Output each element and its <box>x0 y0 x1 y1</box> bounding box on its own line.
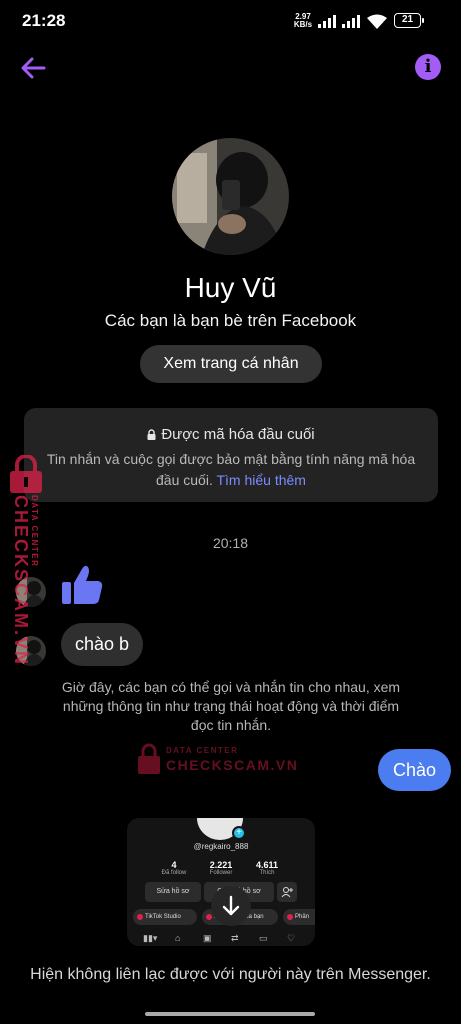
info-button[interactable]: i <box>415 54 441 80</box>
info-icon: i <box>424 56 432 77</box>
incoming-message[interactable]: chào b <box>61 623 144 666</box>
battery-icon: 21 <box>394 13 424 28</box>
stat-label: Thích <box>259 870 275 876</box>
heart-icon: ♡ <box>287 933 296 943</box>
network-speed-unit: KB/s <box>293 20 313 29</box>
lock-icon <box>147 429 156 440</box>
wifi-icon <box>367 14 387 29</box>
home-indicator[interactable] <box>145 1012 315 1016</box>
shared-image-stat: 4 Đã follow <box>149 860 199 876</box>
watermark-sub: DATA CENTER <box>30 495 39 568</box>
friendship-status: Các bạn là bạn bè trên Facebook <box>104 311 357 330</box>
signal-icon <box>318 15 336 28</box>
arrow-left-icon <box>21 57 46 79</box>
bag-icon: ⌂ <box>175 933 181 943</box>
shared-image-handle: @regkairo_888 <box>193 842 249 851</box>
profile-name: Huy Vũ <box>184 272 277 303</box>
avatar-photo <box>172 138 289 255</box>
back-button[interactable] <box>18 54 48 82</box>
stat-label: Đã follow <box>161 870 187 876</box>
arrow-down-icon <box>222 895 240 916</box>
watermark-lock-icon <box>138 743 160 774</box>
watermark-horizontal: DATA CENTER CHECKSCAM.VN <box>134 740 297 780</box>
outgoing-message[interactable]: Chào <box>378 749 451 791</box>
network-speed: 2.97 KB/s <box>292 13 314 29</box>
shared-image-stat: 4.611 Thích <box>242 860 292 876</box>
signal-icon <box>342 15 360 28</box>
shared-image-stat: 2.221 Follower <box>196 860 246 876</box>
shared-image-edit-profile: Sửa hồ sơ <box>145 882 201 902</box>
encryption-title-text: Được mã hóa đầu cuối <box>161 426 315 443</box>
shared-image-chip: TikTok Studio <box>133 909 197 925</box>
stat-value: 4.611 <box>255 860 279 870</box>
status-bar: 21:28 2.97 KB/s 21 <box>0 0 461 42</box>
battery-level: 21 <box>401 14 414 25</box>
add-friend-icon <box>277 882 297 902</box>
encryption-notice: Được mã hóa đầu cuối Tin nhắn và cuộc gọ… <box>24 408 438 502</box>
like-message <box>62 565 103 604</box>
unavailable-notice: Hiện không liên lạc được với người này t… <box>30 966 431 983</box>
status-time: 21:28 <box>22 11 66 30</box>
system-note: Giờ đây, các bạn có thể gọi và nhắn tin … <box>61 679 401 733</box>
thumbs-up-icon[interactable] <box>60 562 106 608</box>
watermark-vertical: CHECKSCAM.VN DATA CENTER <box>4 455 54 666</box>
watermark-lock-icon <box>10 455 42 493</box>
watermark-brand: CHECKSCAM.VN <box>11 495 31 667</box>
stat-label: Follower <box>209 870 233 876</box>
repost-icon: ⇄ <box>231 933 239 943</box>
menu-icon: ▮▮▾ <box>143 933 158 943</box>
person-add-icon <box>281 887 293 898</box>
encryption-body: Tin nhắn và cuộc gọi được bảo mật bằng t… <box>44 449 418 491</box>
stat-value: 4 <box>171 860 177 870</box>
shared-image[interactable]: + @regkairo_888 4 Đã follow 2.221 Follow… <box>127 818 315 946</box>
profile-avatar[interactable] <box>172 138 289 255</box>
watermark-brand: CHECKSCAM.VN <box>166 757 299 773</box>
shared-image-chip: Phân <box>283 909 315 925</box>
scroll-to-bottom-button[interactable] <box>211 886 251 926</box>
stat-value: 2.221 <box>209 860 233 870</box>
lock-icon: ▣ <box>203 933 212 943</box>
watermark-sub: DATA CENTER <box>166 746 239 755</box>
view-profile-button[interactable]: Xem trang cá nhân <box>140 345 322 383</box>
encryption-title: Được mã hóa đầu cuối <box>24 426 438 443</box>
bookmark-icon: ▭ <box>259 933 268 943</box>
plus-icon: + <box>232 826 246 840</box>
message-timestamp: 20:18 <box>212 535 249 551</box>
learn-more-link[interactable]: Tìm hiểu thêm <box>216 472 305 488</box>
